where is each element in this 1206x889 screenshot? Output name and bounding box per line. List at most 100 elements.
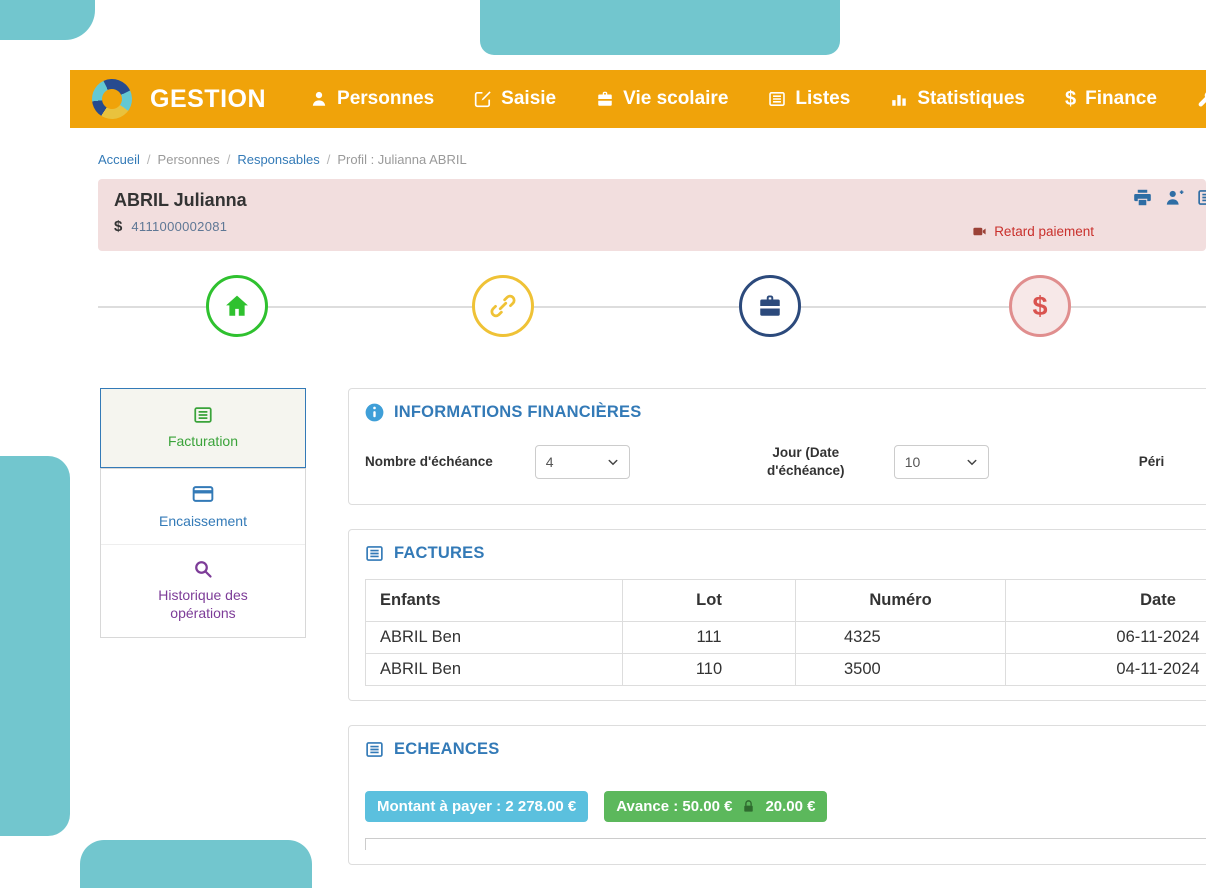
person-icon xyxy=(310,90,328,108)
facture-row[interactable]: ABRIL Ben 110 3500 04-11-2024 xyxy=(366,654,1206,686)
nav-item-vie-scolaire[interactable]: Vie scolaire xyxy=(596,88,728,110)
sidebar: Facturation Encaissement Historique des … xyxy=(100,388,306,638)
nav-item-saisie[interactable]: Saisie xyxy=(474,88,556,110)
cell-numero: 3500 xyxy=(796,654,1006,686)
breadcrumb-separator: / xyxy=(327,152,331,167)
app-logo[interactable] xyxy=(92,78,132,120)
cell-lot: 110 xyxy=(623,654,796,686)
cell-date: 04-11-2024 xyxy=(1006,654,1206,686)
nav-item-finance[interactable]: $ Finance xyxy=(1065,88,1157,110)
list-icon xyxy=(193,405,213,425)
jour-echeance-select[interactable]: 10 xyxy=(894,445,989,479)
nav-item-listes[interactable]: Listes xyxy=(768,88,850,110)
briefcase-icon xyxy=(596,90,614,108)
credit-card-icon xyxy=(192,483,214,505)
navbar: GESTION Personnes Saisie Vie scolaire Li… xyxy=(70,70,1206,128)
panel-factures: FACTURES Enfants Lot Numéro Date ABRIL B… xyxy=(348,529,1206,701)
profile-actions xyxy=(1133,188,1206,207)
breadcrumb-separator: / xyxy=(227,152,231,167)
panel-header: ECHEANCES xyxy=(365,740,1206,759)
cell-date: 06-11-2024 xyxy=(1006,622,1206,654)
field-label-nombre-echeance: Nombre d'échéance xyxy=(365,453,493,471)
sidebar-item-historique[interactable]: Historique des opérations xyxy=(101,544,305,636)
step-home[interactable] xyxy=(206,275,268,337)
profile-name: ABRIL Julianna xyxy=(114,190,1190,211)
home-icon xyxy=(224,293,250,319)
panel-header: INFORMATIONS FINANCIÈRES xyxy=(365,403,1206,422)
dollar-icon: $ xyxy=(1065,89,1076,109)
dollar-icon: $ xyxy=(114,218,122,235)
cell-lot: 111 xyxy=(623,622,796,654)
cell-numero: 4325 xyxy=(796,622,1006,654)
profile-banner: ABRIL Julianna $ 4111000002081 Retard pa… xyxy=(98,179,1206,251)
link-icon xyxy=(490,293,516,319)
field-label-jour-echeance: Jour (Date d'échéance) xyxy=(752,444,860,480)
page-content: Accueil / Personnes / Responsables / Pro… xyxy=(98,128,1206,351)
step-briefcase[interactable] xyxy=(739,275,801,337)
pencil-square-icon xyxy=(474,90,492,108)
sidebar-item-label: Historique des opérations xyxy=(138,586,268,622)
magnifier-icon xyxy=(193,559,213,579)
step-finance[interactable]: $ xyxy=(1009,275,1071,337)
profile-stepper: $ xyxy=(98,265,1206,351)
list-icon[interactable] xyxy=(1197,188,1206,207)
main-content: INFORMATIONS FINANCIÈRES Nombre d'échéan… xyxy=(348,388,1206,889)
decor-teal-leftbar xyxy=(0,456,70,836)
select-value: 10 xyxy=(905,454,921,470)
avance-badge: Avance : 50.00 € 20.00 € xyxy=(604,791,827,822)
user-add-icon[interactable] xyxy=(1165,188,1184,207)
breadcrumb-responsables[interactable]: Responsables xyxy=(237,152,319,167)
finance-settings-form: Nombre d'échéance 4 Jour (Date d'échéanc… xyxy=(365,444,1206,490)
account-number: 4111000002081 xyxy=(131,219,227,234)
nav-label: Listes xyxy=(795,88,850,110)
brand-title: GESTION xyxy=(150,85,266,114)
printer-icon[interactable] xyxy=(1133,188,1152,207)
nav-item-personnes[interactable]: Personnes xyxy=(310,88,434,110)
echeances-table-cutoff xyxy=(365,838,1206,850)
nav-label: Personnes xyxy=(337,88,434,110)
bar-chart-icon xyxy=(890,90,908,108)
sidebar-item-label: Facturation xyxy=(168,432,238,450)
breadcrumb-personnes[interactable]: Personnes xyxy=(158,152,220,167)
list-icon xyxy=(365,740,384,759)
select-value: 4 xyxy=(546,454,554,470)
step-link[interactable] xyxy=(472,275,534,337)
breadcrumb-accueil[interactable]: Accueil xyxy=(98,152,140,167)
nombre-echeance-select[interactable]: 4 xyxy=(535,445,630,479)
chevron-down-icon xyxy=(607,456,619,468)
factures-header-row: Enfants Lot Numéro Date xyxy=(366,580,1206,622)
avance-locked-value: 20.00 € xyxy=(765,798,815,815)
sidebar-group: Encaissement Historique des opérations xyxy=(100,468,306,638)
nav-label: Saisie xyxy=(501,88,556,110)
main-menu: Personnes Saisie Vie scolaire Listes Sta xyxy=(310,88,1206,110)
decor-teal-topleft xyxy=(0,0,95,40)
panel-title-label: INFORMATIONS FINANCIÈRES xyxy=(394,403,641,422)
sidebar-item-encaissement[interactable]: Encaissement xyxy=(101,469,305,544)
panel-informations-financieres: INFORMATIONS FINANCIÈRES Nombre d'échéan… xyxy=(348,388,1206,505)
briefcase-icon xyxy=(757,293,783,319)
panel-echeances: ECHEANCES Montant à payer : 2 278.00 € A… xyxy=(348,725,1206,865)
facture-row[interactable]: ABRIL Ben 111 4325 06-11-2024 xyxy=(366,622,1206,654)
col-header-date: Date xyxy=(1006,580,1206,622)
nav-label: Vie scolaire xyxy=(623,88,728,110)
sidebar-item-facturation[interactable]: Facturation xyxy=(100,388,306,468)
field-label-periodicite: Péri xyxy=(1139,453,1165,471)
breadcrumb-current: Profil : Julianna ABRIL xyxy=(337,152,466,167)
nav-item-outils[interactable]: O xyxy=(1197,88,1206,110)
montant-a-payer-badge: Montant à payer : 2 278.00 € xyxy=(365,791,588,822)
avance-label: Avance : 50.00 € xyxy=(616,798,732,815)
factures-table: Enfants Lot Numéro Date ABRIL Ben 111 43… xyxy=(365,579,1206,686)
retard-paiement-icon xyxy=(972,224,987,239)
sidebar-item-label: Encaissement xyxy=(159,512,247,530)
echeances-badges: Montant à payer : 2 278.00 € Avance : 50… xyxy=(365,791,1206,822)
info-icon xyxy=(365,403,384,422)
dollar-icon: $ xyxy=(1032,293,1047,320)
panel-header: FACTURES xyxy=(365,544,1206,563)
chevron-down-icon xyxy=(966,456,978,468)
nav-item-statistiques[interactable]: Statistiques xyxy=(890,88,1025,110)
breadcrumb-separator: / xyxy=(147,152,151,167)
decor-teal-bottom xyxy=(80,840,312,888)
nav-label: Statistiques xyxy=(917,88,1025,110)
panel-title-label: ECHEANCES xyxy=(394,740,499,759)
decor-teal-toptab xyxy=(480,0,840,55)
